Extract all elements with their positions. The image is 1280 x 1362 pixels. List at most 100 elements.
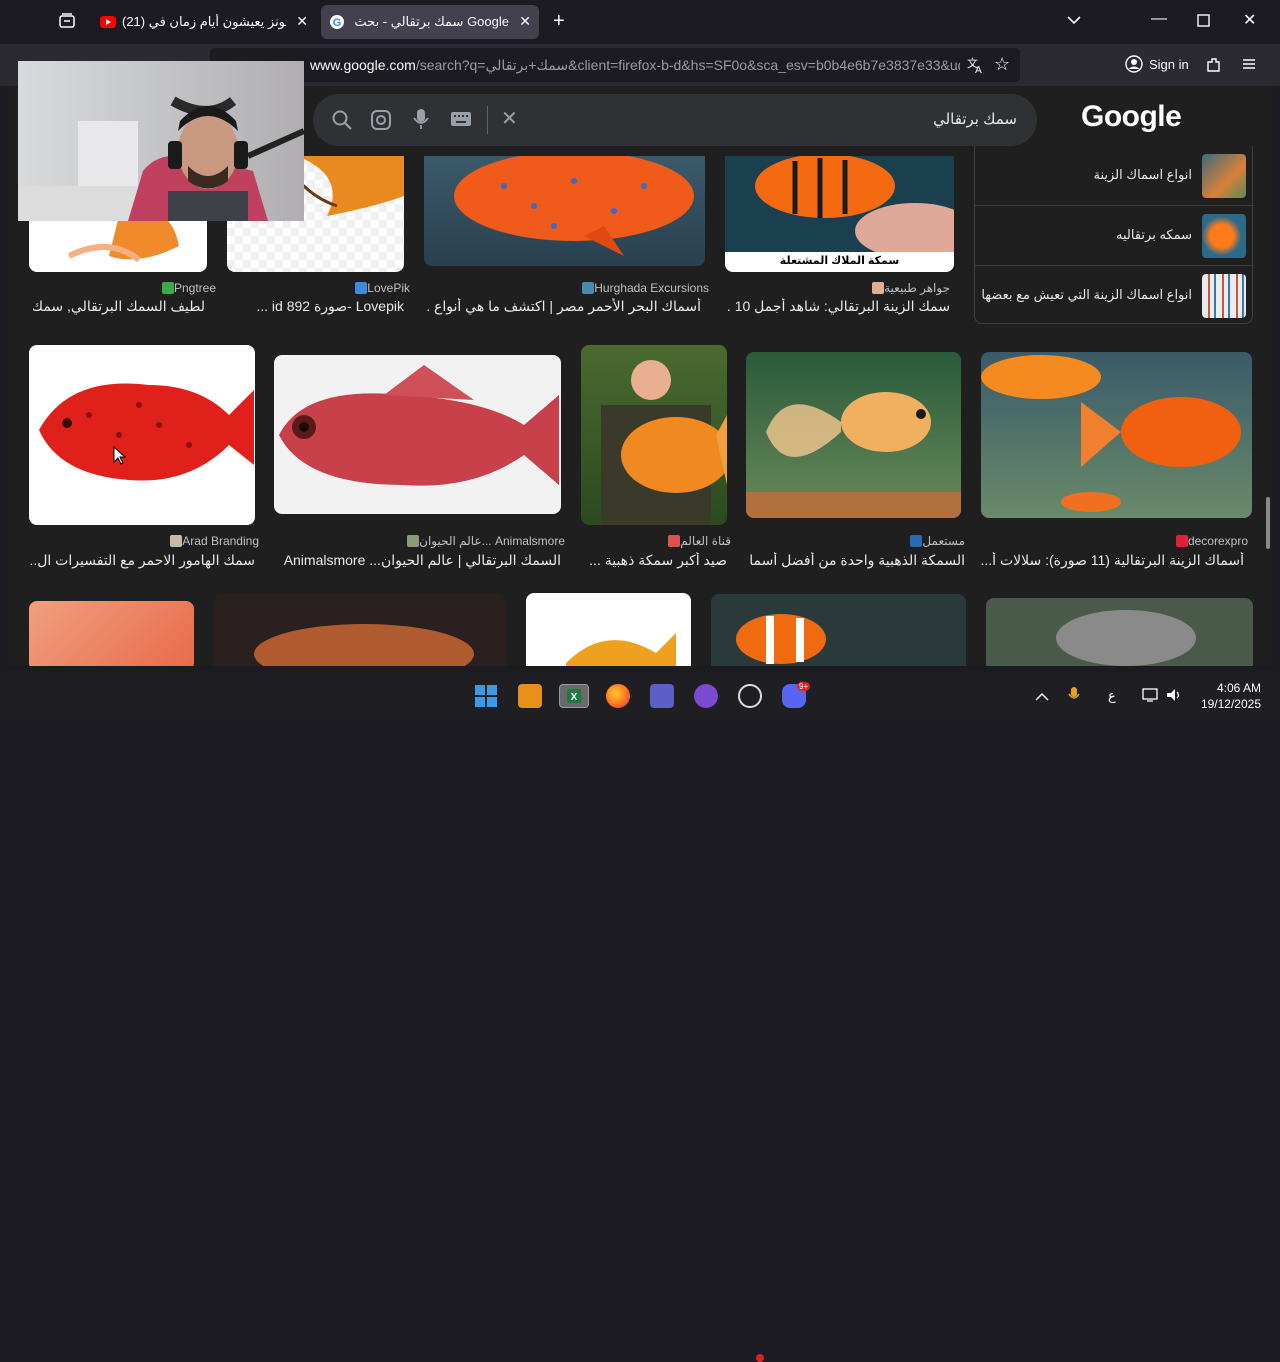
tab-label: سمك برتقالي - بحث Google: [354, 14, 509, 29]
svg-text:X: X: [571, 692, 578, 703]
close-tab-icon[interactable]: ✕: [519, 13, 531, 30]
result-source: Pngtree: [158, 281, 216, 295]
search-query[interactable]: سمك برتقالي: [933, 110, 1017, 128]
google-logo[interactable]: Google: [1081, 100, 1182, 134]
result-source: مستعمل: [906, 534, 965, 548]
source-favicon-icon: [355, 282, 368, 294]
volume-icon[interactable]: [1166, 687, 1182, 708]
image-result[interactable]: [29, 601, 194, 666]
clock-time: 4:06 AM: [1216, 681, 1261, 695]
scrollbar[interactable]: [1266, 497, 1270, 549]
app-icon-orange[interactable]: [518, 684, 542, 708]
result-title[interactable]: صيد أكبر سمكة ذهبية ...: [581, 552, 727, 569]
microphone-tray-icon[interactable]: [1068, 686, 1080, 709]
related-item[interactable]: انواع اسماك الزينة: [975, 146, 1254, 206]
windows-start-icon[interactable]: [474, 684, 498, 708]
source-favicon-icon: [582, 282, 595, 294]
close-window-icon[interactable]: ✕: [1243, 10, 1256, 30]
result-title[interactable]: السمك البرتقالي | عالم الحيوان... Animal…: [274, 552, 561, 569]
source-favicon-icon: [910, 535, 923, 547]
image-result[interactable]: [746, 352, 961, 518]
result-title[interactable]: السمكة الذهبية واحدة من أفضل أسما...: [750, 552, 965, 569]
result-title[interactable]: أسماك البحر الأحمر مصر | اكتشف ما هي أنو…: [425, 298, 701, 315]
tab-google-search[interactable]: G سمك برتقالي - بحث Google ✕: [321, 5, 539, 39]
tab-list-icon[interactable]: [58, 12, 76, 30]
translate-icon[interactable]: 文A: [966, 56, 984, 79]
related-thumbnail: [1202, 154, 1246, 198]
search-icon[interactable]: [331, 109, 353, 136]
related-thumbnail: [1202, 214, 1246, 258]
result-source: جواهر طبيعية: [868, 281, 950, 295]
sign-in-label: Sign in: [1149, 56, 1189, 72]
lens-icon[interactable]: [370, 109, 392, 136]
image-caption: سمكة الملاك المشتعلة: [779, 255, 900, 267]
url-bar[interactable]: www.google.com/search?q=سمك+برتقالي&clie…: [210, 48, 1020, 82]
image-result[interactable]: [214, 594, 506, 666]
result-source: Arad Branding: [166, 534, 259, 548]
maximize-icon[interactable]: [1197, 14, 1210, 32]
minimize-icon[interactable]: —: [1151, 10, 1167, 28]
result-title[interactable]: سمك الهامور الاحمر مع التفسيرات ال...: [29, 552, 255, 569]
result-title[interactable]: أسماك الزينة البرتقالية (11 صورة): سلالا…: [973, 552, 1245, 569]
system-clock[interactable]: 4:06 AM 19/12/2025: [1201, 680, 1261, 712]
related-thumbnail: [1202, 274, 1246, 318]
bookmark-star-icon[interactable]: ☆: [994, 54, 1010, 75]
divider: [487, 106, 488, 134]
tab-bar: (21) فالكونز يعيشون أيام زمان في ✕ G سمك…: [0, 0, 1280, 44]
discord-badge: 9+: [797, 682, 811, 691]
notification-dot: [756, 1354, 764, 1362]
result-source: decorexpro: [1172, 534, 1248, 548]
related-item[interactable]: انواع اسماك الزينة التي تعيش مع بعضها: [975, 266, 1254, 326]
result-source: Hurghada Excursions: [578, 281, 709, 295]
webcam-overlay: [18, 61, 304, 221]
source-favicon-icon: [872, 282, 885, 294]
image-result[interactable]: [986, 598, 1253, 666]
image-result[interactable]: [711, 594, 966, 666]
image-result[interactable]: [581, 345, 727, 525]
excel-icon[interactable]: X: [559, 684, 589, 708]
image-result[interactable]: [424, 156, 705, 266]
related-item[interactable]: سمكه برتقاليه: [975, 206, 1254, 266]
url-path: /search?q=سمك+برتقالي&client=firefox-b-d…: [415, 57, 960, 73]
url-domain: www.google.com: [310, 57, 416, 73]
close-tab-icon[interactable]: ✕: [296, 13, 308, 30]
related-label: انواع اسماك الزينة: [1093, 167, 1193, 182]
extensions-icon[interactable]: [1205, 56, 1223, 79]
youtube-icon: [100, 14, 116, 30]
firefox-icon[interactable]: [606, 684, 630, 708]
app-icon-white[interactable]: [738, 684, 762, 708]
input-language[interactable]: ع: [1108, 688, 1116, 704]
app-icon-purple[interactable]: [694, 684, 718, 708]
microphone-icon[interactable]: [413, 108, 429, 135]
keyboard-icon[interactable]: [450, 111, 472, 132]
source-favicon-icon: [668, 535, 681, 547]
tab-youtube[interactable]: (21) فالكونز يعيشون أيام زمان في ✕: [92, 5, 316, 39]
source-favicon-icon: [1175, 535, 1188, 547]
source-favicon-icon: [407, 535, 420, 547]
image-result[interactable]: [274, 355, 561, 514]
new-tab-icon[interactable]: +: [553, 10, 565, 33]
related-label: انواع اسماك الزينة التي تعيش مع بعضها: [981, 287, 1192, 302]
image-result[interactable]: [526, 593, 691, 666]
result-title[interactable]: سمك الزينة البرتقالي: شاهد أجمل 10 ...: [728, 298, 950, 315]
clear-icon[interactable]: ✕: [501, 106, 518, 131]
source-favicon-icon: [161, 282, 174, 294]
menu-icon[interactable]: [1241, 56, 1257, 77]
image-result[interactable]: [981, 352, 1252, 518]
svg-text:A: A: [975, 65, 982, 74]
related-label: سمكه برتقاليه: [1116, 227, 1192, 242]
result-source: LovePik: [351, 281, 410, 295]
google-icon: G: [329, 14, 345, 30]
sign-in-button[interactable]: Sign in: [1117, 49, 1193, 79]
result-title[interactable]: Lovepik -صورة 892 id ...: [234, 298, 404, 315]
show-hidden-icons-icon[interactable]: [1035, 688, 1049, 706]
teams-icon[interactable]: [650, 684, 674, 708]
result-title[interactable]: لطيف السمك البرتقالي, سمك ...: [33, 298, 205, 315]
network-icon[interactable]: [1142, 688, 1158, 707]
image-result[interactable]: [29, 345, 255, 525]
url-text[interactable]: www.google.com/search?q=سمك+برتقالي&clie…: [310, 57, 960, 74]
image-result[interactable]: سمكة الملاك المشتعلة: [725, 156, 954, 272]
search-box[interactable]: ✕ سمك برتقالي: [313, 94, 1037, 146]
result-source: Animalsmore ...عالم الحيوان: [403, 534, 565, 548]
list-all-tabs-icon[interactable]: [1066, 12, 1082, 33]
